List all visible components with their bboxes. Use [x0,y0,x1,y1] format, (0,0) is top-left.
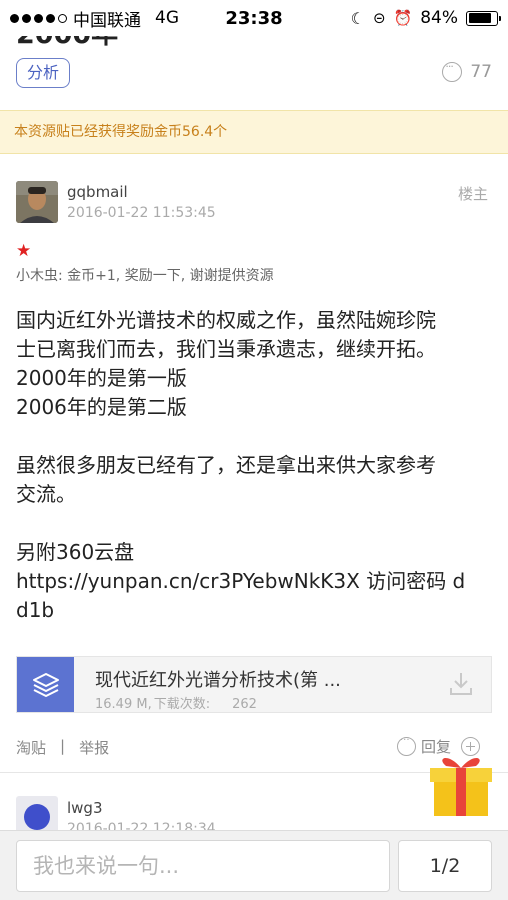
reply-bubble-icon: ··· [396,735,416,756]
comment-input[interactable]: 我也来说一句... [16,840,390,892]
download-icon[interactable] [449,671,473,697]
content-line: 国内近红外光谱技术的权威之作，虽然陆婉珍院 [16,308,436,332]
attachment-meta: 16.49 M, 下载次数: 262 [95,693,267,712]
signal-strength-icon [10,13,67,23]
attachment-card[interactable]: 现代近红外光谱分析技术(第 ... 16.49 M, 下载次数: 262 [16,656,492,713]
page-indicator-button[interactable]: 1/2 [398,840,492,892]
content-line: 另附360云盘 [16,540,135,564]
battery-percent: 84% [420,8,458,28]
category-tag[interactable]: 分析 [16,58,71,88]
content-line: 2006年的是第二版 [16,395,187,419]
author-name[interactable]: lwg3 [67,799,103,817]
post-actions: 淘贴 | 举报 [16,737,109,758]
author-name[interactable]: gqbmail [67,183,128,201]
moon-icon: ☾ [350,8,365,28]
comment-count-value: 77 [470,62,492,82]
post-content: 国内近红外光谱技术的权威之作，虽然陆婉珍院 士已离我们而去，我们当秉承遗志，继续… [16,306,494,625]
clock: 23:38 [225,7,283,29]
attachment-size: 16.49 M, [95,697,152,712]
content-line: d1b [16,598,55,622]
downloads-label: 下载次数: [153,697,211,712]
content-link-line[interactable]: https://yunpan.cn/cr3PYebwNkK3X 访问密码 d [16,567,494,596]
layers-icon [17,657,74,712]
tao-tie-button[interactable]: 淘贴 [16,737,46,758]
content-line: 士已离我们而去，我们当秉承遗志，继续开拓。 [16,337,436,361]
avatar[interactable] [16,181,58,223]
rotation-lock-icon: ⊝ [372,9,386,27]
floor-label: 楼主 [457,185,488,203]
post-time: 2016-01-22 11:53:45 [67,205,216,221]
downloads-count: 262 [232,697,257,712]
comment-bubble-icon [442,60,463,82]
carrier-name: 中国联通 [73,10,141,31]
status-bar: 中国联通 4G 23:38 ☾ ⊝ ⏰ 84% [0,0,508,36]
content-line: 交流。 [16,482,76,506]
action-separator: | [60,737,66,755]
star-icon: ★ [16,241,32,261]
alarm-icon: ⏰ [393,9,413,27]
bottom-bar: 我也来说一句... 1/2 [0,830,508,900]
reward-note: 小木虫: 金币+1, 奖励一下, 谢谢提供资源 [16,268,274,284]
gift-icon[interactable] [428,748,494,818]
battery-icon [466,10,501,26]
content-line: 虽然很多朋友已经有了，还是拿出来供大家参考 [16,453,436,477]
reward-banner: 本资源贴已经获得奖励金币56.4个 [0,110,508,154]
content-line: 2000年的是第一版 [16,366,187,390]
comment-count[interactable]: 77 [442,60,492,82]
tag-row: 分析 77 [0,58,508,92]
report-button[interactable]: 举报 [79,737,109,758]
attachment-name[interactable]: 现代近红外光谱分析技术(第 ... [95,666,341,692]
network-type: 4G [155,8,179,28]
